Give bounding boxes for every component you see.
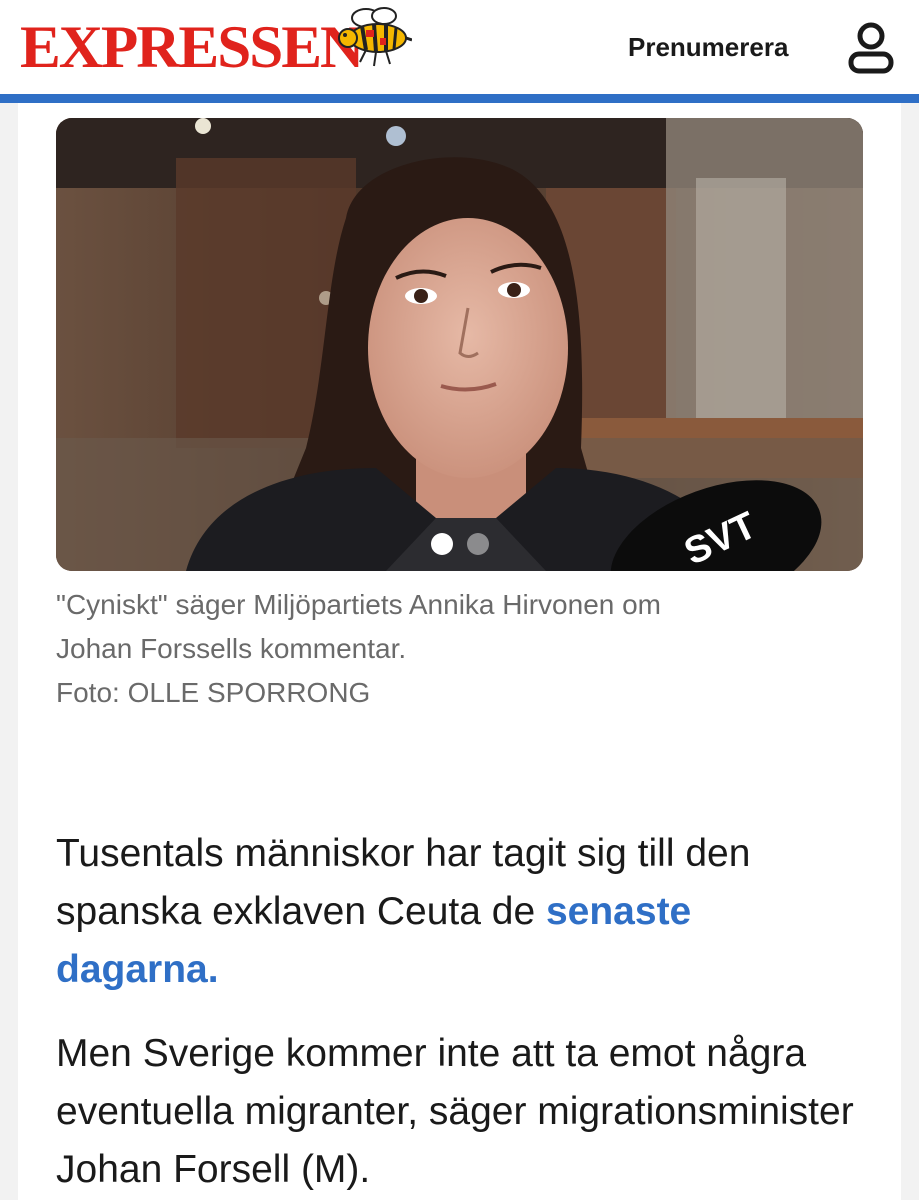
logo-wordmark: EXPRESSEN — [20, 14, 364, 80]
caption-line-1: "Cyniskt" säger Miljöpartiets Annika Hir… — [56, 589, 662, 620]
image-caption: "Cyniskt" säger Miljöpartiets Annika Hir… — [56, 583, 836, 715]
site-logo[interactable]: EXPRESSEN — [20, 12, 364, 82]
hero-photo: SVT — [56, 118, 863, 571]
subscribe-link[interactable]: Prenumerera — [628, 32, 788, 63]
caption-line-2: Johan Forssells kommentar. — [56, 633, 407, 664]
wasp-icon — [338, 7, 412, 67]
site-header: EXPRESSEN Prenumerera — [0, 0, 919, 94]
page: EXPRESSEN Prenumerera SVT "Cyniskt" säge… — [0, 0, 919, 1200]
article-card: SVT "Cyniskt" säger Miljöpartiets Annika… — [18, 103, 901, 1200]
photo-credit: Foto: OLLE SPORRONG — [56, 677, 371, 708]
carousel-dot-2[interactable] — [466, 533, 489, 555]
hero-image[interactable]: SVT — [56, 118, 863, 571]
user-icon[interactable] — [848, 22, 894, 74]
article-paragraph: Men Sverige kommer inte att ta emot någr… — [56, 1032, 854, 1191]
header-accent-bar — [0, 94, 919, 103]
article-lead: Tusentals människor har tagit sig till d… — [56, 825, 856, 999]
carousel-dots — [56, 533, 863, 555]
carousel-dot-1[interactable] — [430, 533, 453, 555]
